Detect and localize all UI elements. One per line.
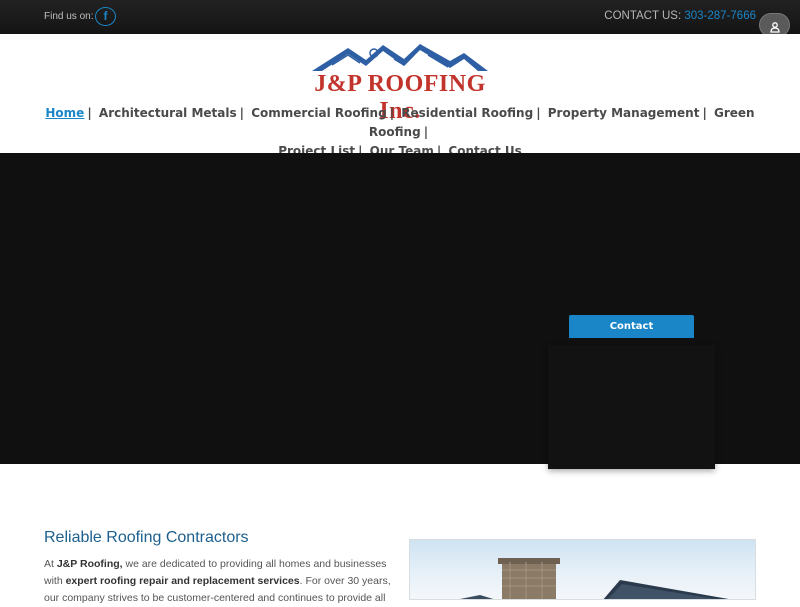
facebook-icon[interactable]: f [95, 7, 116, 26]
nav-architectural-metals[interactable]: Architectural Metals [99, 106, 237, 120]
roof-mountains-icon [312, 44, 488, 71]
contact-tab-button[interactable]: Contact [569, 315, 694, 338]
company-logo[interactable]: J&P ROOFING Inc. [308, 41, 492, 124]
nav-commercial-roofing[interactable]: Commercial Roofing [251, 106, 387, 120]
section-title: Reliable Roofing Contractors [44, 529, 249, 546]
contact-panel [548, 345, 715, 469]
nav-home[interactable]: Home [45, 106, 84, 120]
top-bar: Find us on: f CONTACT US: 303-287-7666 [0, 0, 800, 34]
services-bold: expert roofing repair and replacement se… [65, 575, 300, 587]
user-icon [769, 21, 780, 33]
phone-link[interactable]: 303-287-7666 [684, 10, 756, 22]
find-us-label: Find us on: [44, 11, 94, 22]
nav-residential-roofing[interactable]: Residential Roofing [401, 106, 533, 120]
house-roof-photo [409, 539, 756, 600]
company-name-bold: J&P Roofing, [56, 558, 123, 570]
section-body: At J&P Roofing, we are dedicated to prov… [44, 558, 391, 604]
house-photo-illustration [460, 558, 729, 599]
contact-us-label: CONTACT US: [604, 10, 682, 22]
nav-property-management[interactable]: Property Management [548, 106, 700, 120]
contact-us-text: CONTACT US: 303-287-7666 [604, 10, 756, 22]
